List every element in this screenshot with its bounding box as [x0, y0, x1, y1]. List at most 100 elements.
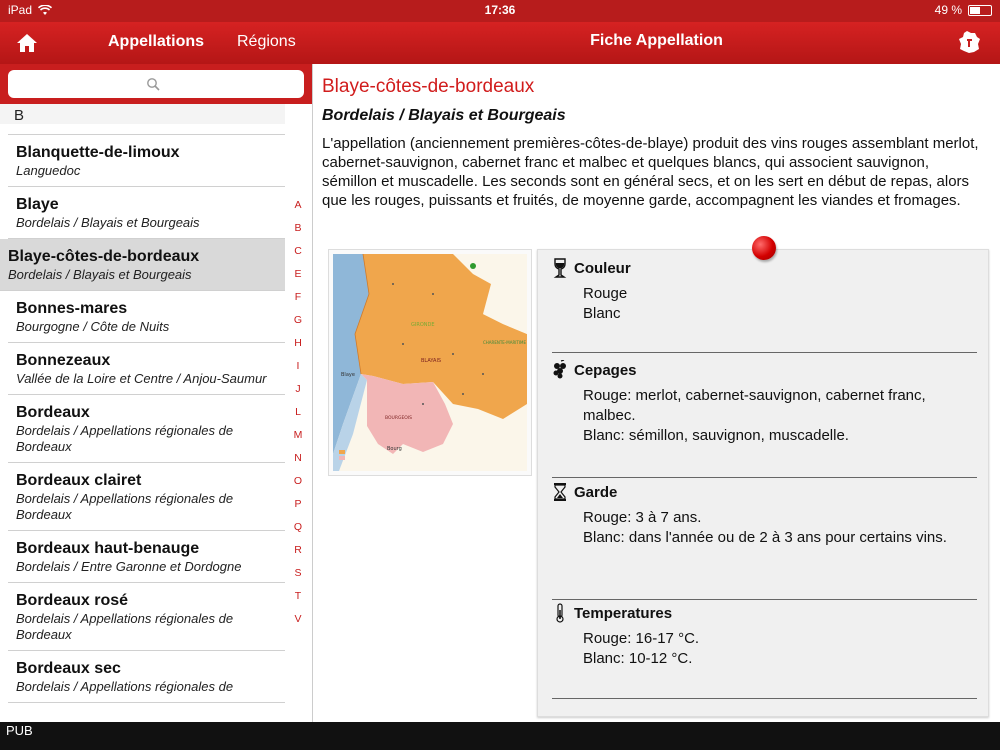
- pushpin-icon: [752, 236, 776, 260]
- item-subtitle: Bourgogne / Côte de Nuits: [16, 319, 170, 334]
- home-icon[interactable]: [14, 30, 40, 56]
- index-letter[interactable]: G: [286, 309, 310, 332]
- tab-regions[interactable]: Régions: [237, 33, 296, 51]
- details-card: Couleur Rouge Blanc Cepages Rouge: merlo…: [537, 236, 989, 717]
- garde-line: Blanc: dans l'année ou de 2 à 3 ans pour…: [583, 529, 947, 546]
- index-letter[interactable]: V: [286, 608, 310, 631]
- item-title: Blaye-côtes-de-bordeaux: [8, 248, 200, 265]
- map-label-blayais: BLAYAIS: [421, 358, 441, 364]
- index-letter[interactable]: P: [286, 493, 310, 516]
- search-input[interactable]: [8, 70, 304, 98]
- item-subtitle: Bordelais / Appellations régionales de: [16, 679, 234, 694]
- list-item[interactable]: Bordeaux Bordelais / Appellations régiona…: [8, 395, 285, 463]
- list-item[interactable]: Bonnezeaux Vallée de la Loire et Centre /…: [8, 343, 285, 395]
- list-item[interactable]: Blanquette-de-limoux Languedoc: [8, 134, 285, 187]
- temperatures-line: Rouge: 16-17 °C.: [583, 630, 700, 647]
- appellation-region: Bordelais / Blayais et Bourgeais: [322, 107, 566, 124]
- map-label-charente: CHARENTE-MARITIME: [483, 340, 526, 345]
- thermometer-icon: [556, 603, 564, 623]
- item-subtitle: Bordelais / Entre Garonne et Dordogne: [16, 559, 242, 574]
- index-letter[interactable]: O: [286, 470, 310, 493]
- index-letter[interactable]: R: [286, 539, 310, 562]
- index-letter[interactable]: S: [286, 562, 310, 585]
- clock: 17:36: [484, 3, 516, 17]
- couleur-line: Rouge: [583, 285, 628, 302]
- index-letter[interactable]: F: [286, 286, 310, 309]
- temperatures-section: Temperatures Rouge: 16-17 °C. Blanc: 10-…: [552, 603, 977, 699]
- couleur-section: Couleur Rouge Blanc: [552, 258, 977, 353]
- index-letter[interactable]: J: [286, 378, 310, 401]
- index-letter[interactable]: M: [286, 424, 310, 447]
- item-title: Bordeaux clairet: [16, 472, 142, 489]
- appellation-description: L'appellation (anciennement premières-cô…: [322, 135, 979, 209]
- map-label-bourgeais: BOURGEOIS: [385, 415, 412, 421]
- tab-appellations[interactable]: Appellations: [108, 33, 204, 51]
- list-item[interactable]: Bordeaux clairet Bordelais / Appellations…: [8, 463, 285, 531]
- item-title: Blanquette-de-limoux: [16, 144, 180, 161]
- item-subtitle: Bordelais / Blayais et Bourgeais: [16, 215, 200, 230]
- item-title: Bonnes-mares: [16, 300, 128, 317]
- wine-glass-icon: [553, 258, 567, 278]
- index-letter[interactable]: T: [286, 585, 310, 608]
- temperatures-line: Blanc: 10-12 °C.: [583, 650, 693, 667]
- item-subtitle: Bordelais / Blayais et Bourgeais: [8, 267, 192, 282]
- cepages-line: Blanc: sémillon, sauvignon, muscadelle.: [583, 427, 849, 444]
- region-map[interactable]: GIRONDE BLAYAIS BOURGEOIS CHARENTE-MARIT…: [328, 249, 532, 476]
- item-title: Bordeaux rosé: [16, 592, 129, 609]
- temperatures-label: Temperatures: [574, 604, 673, 622]
- appellation-list: Blanquette-de-limoux Languedoc Blaye Borde…: [0, 134, 285, 703]
- list-item[interactable]: Bordeaux rosé Bordelais / Appellations ré…: [8, 583, 285, 651]
- alphabet-index[interactable]: ABCEFGHIJLMNOPQRSTV: [286, 194, 310, 631]
- battery-icon: [968, 4, 992, 16]
- index-letter[interactable]: H: [286, 332, 310, 355]
- list-item[interactable]: Bordeaux sec Bordelais / Appellations rég…: [8, 651, 285, 703]
- item-title: Blaye: [16, 196, 59, 213]
- section-header: B: [0, 104, 285, 124]
- item-title: Bordeaux: [16, 404, 90, 421]
- garde-line: Rouge: 3 à 7 ans.: [583, 509, 702, 526]
- garde-label: Garde: [574, 483, 618, 501]
- map-label-blaye: Blaye: [341, 372, 355, 378]
- item-title: Bordeaux haut-benauge: [16, 540, 200, 557]
- index-letter[interactable]: Q: [286, 516, 310, 539]
- index-letter[interactable]: E: [286, 263, 310, 286]
- list-item[interactable]: Bordeaux haut-benauge Bordelais / Entre G…: [8, 531, 285, 583]
- list-item-selected[interactable]: Blaye-côtes-de-bordeaux Bordelais / Blaya…: [0, 239, 285, 291]
- cepages-label: Cepages: [574, 361, 637, 379]
- page-title: Fiche Appellation: [590, 32, 723, 49]
- index-letter[interactable]: C: [286, 240, 310, 263]
- index-letter[interactable]: I: [286, 355, 310, 378]
- status-bar: iPad 17:36 49 %: [0, 0, 1000, 22]
- item-title: Bonnezeaux: [16, 352, 111, 369]
- list-item[interactable]: Blaye Bordelais / Blayais et Bourgeais: [8, 187, 285, 239]
- item-subtitle: Bordelais / Appellations régionales de B…: [16, 611, 234, 642]
- cepages-line: Rouge: merlot, cabernet-sauvignon, caber…: [583, 387, 926, 424]
- france-map-icon[interactable]: [956, 29, 982, 55]
- appellation-detail: Blaye-côtes-de-bordeaux Bordelais / Blay…: [314, 64, 1000, 722]
- item-subtitle: Bordelais / Appellations régionales de B…: [16, 423, 234, 454]
- item-subtitle: Vallée de la Loire et Centre / Anjou-Sau…: [16, 371, 267, 386]
- search-icon: [147, 78, 160, 91]
- cepages-section: Cepages Rouge: merlot, cabernet-sauvigno…: [552, 360, 977, 478]
- index-letter[interactable]: N: [286, 447, 310, 470]
- item-subtitle: Languedoc: [16, 163, 81, 178]
- nav-bar: Appellations Régions Fiche Appellation: [0, 22, 1000, 64]
- appellation-title: Blaye-côtes-de-bordeaux: [322, 76, 535, 97]
- appellation-list-panel: B Blanquette-de-limoux Languedoc Blaye Bor…: [0, 64, 313, 722]
- list-item[interactable]: Bonnes-mares Bourgogne / Côte de Nuits: [8, 291, 285, 343]
- map-label-bourg: Bourg: [387, 446, 402, 452]
- search-bar: [0, 64, 312, 104]
- item-title: Bordeaux sec: [16, 660, 121, 677]
- map-label-gironde: GIRONDE: [411, 322, 435, 328]
- garde-section: Garde Rouge: 3 à 7 ans. Blanc: dans l'an…: [552, 482, 977, 600]
- index-letter[interactable]: L: [286, 401, 310, 424]
- couleur-line: Blanc: [583, 305, 621, 322]
- region-map-image: GIRONDE BLAYAIS BOURGEOIS CHARENTE-MARIT…: [333, 253, 527, 471]
- grapes-icon: [553, 360, 566, 379]
- item-subtitle: Bordelais / Appellations régionales de B…: [16, 491, 234, 522]
- ad-banner[interactable]: PUB: [0, 722, 1000, 750]
- index-letter[interactable]: B: [286, 217, 310, 240]
- hourglass-icon: [554, 483, 566, 501]
- index-letter[interactable]: A: [286, 194, 310, 217]
- battery-percent: 49 %: [934, 3, 962, 17]
